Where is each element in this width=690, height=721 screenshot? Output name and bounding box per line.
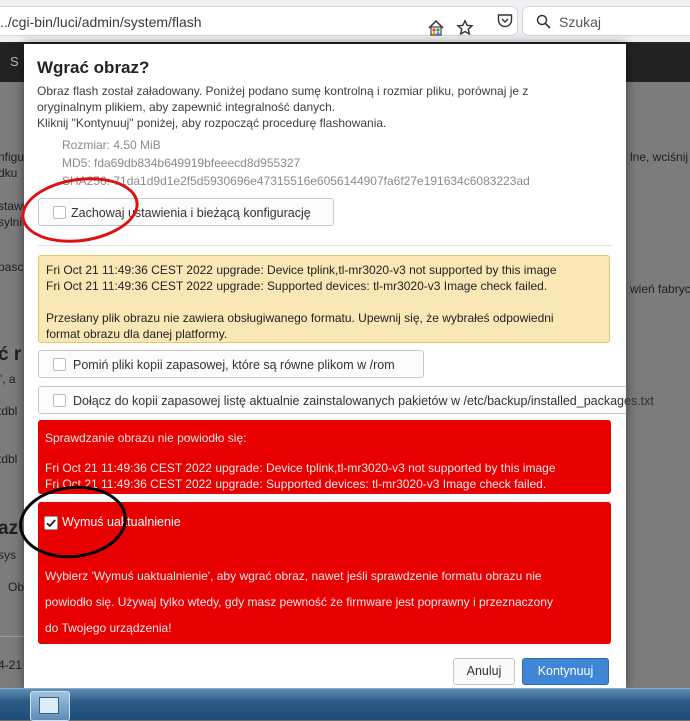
error-line: Fri Oct 21 11:49:36 CEST 2022 upgrade: D…: [45, 461, 556, 475]
force-upgrade-description: Wybierz 'Wymuś uaktualnienie', aby wgrać…: [45, 569, 542, 583]
search-placeholder: Szukaj: [559, 14, 602, 30]
flash-image-dialog: Wgrać obraz? Obraz flash został załadowa…: [24, 44, 654, 688]
skip-backup-checkbox[interactable]: [53, 358, 66, 371]
pocket-icon[interactable]: [496, 12, 514, 30]
url-bar[interactable]: ../cgi-bin/luci/admin/system/flash: [0, 6, 518, 36]
file-size: Rozmiar: 4.50 MiB: [62, 138, 161, 152]
continue-button[interactable]: Kontynuuj: [522, 658, 609, 685]
bg-divider: [0, 636, 24, 637]
warning-line: Przesłany plik obrazu nie zawiera obsług…: [46, 311, 554, 325]
skip-backup-label: Pomiń pliki kopii zapasowej, które są ró…: [73, 358, 395, 372]
dialog-title: Wgrać obraz?: [37, 58, 150, 77]
bg-brand: S: [10, 54, 19, 69]
skip-backup-option[interactable]: Pomiń pliki kopii zapasowej, które są ró…: [38, 350, 424, 378]
intro-text-line3: Kliknij "Kontynuuj" poniżej, aby rozpocz…: [37, 116, 387, 130]
bg-text: wień fabryczn: [630, 282, 690, 296]
app-window-icon: [39, 697, 59, 714]
browser-toolbar: ../cgi-bin/luci/admin/system/flash Szuka…: [0, 0, 690, 43]
bg-heading: az: [0, 518, 19, 539]
error-line: Fri Oct 21 11:49:36 CEST 2022 upgrade: S…: [45, 477, 547, 491]
warning-line: format obrazu dla danej platformy.: [46, 327, 228, 341]
warning-line: Fri Oct 21 11:49:36 CEST 2022 upgrade: S…: [46, 279, 548, 293]
warning-line: Fri Oct 21 11:49:36 CEST 2022 upgrade: D…: [46, 263, 557, 277]
divider: [38, 245, 612, 246]
include-packages-checkbox[interactable]: [53, 394, 66, 407]
home-colorful-icon[interactable]: [427, 19, 445, 37]
bg-text: Ob: [8, 580, 25, 594]
bg-text: lne, wciśnij: [630, 150, 689, 164]
sha256-checksum: SHA256: 71da1d9d1e2f5d5930696e47315516e6…: [62, 174, 530, 188]
intro-text-line1: Obraz flash został załadowany. Poniżej p…: [37, 84, 529, 98]
taskbar: [0, 688, 690, 721]
bg-text: ", a: [0, 372, 16, 386]
taskbar-app-button[interactable]: [30, 691, 70, 721]
error-title: Sprawdzanie obrazu nie powiodło się:: [45, 431, 247, 445]
force-upgrade-description: do Twojego urządzenia!: [45, 621, 172, 635]
include-packages-label: Dołącz do kopii zapasowej listę aktualni…: [73, 394, 654, 408]
bookmark-star-icon[interactable]: [456, 19, 474, 37]
bg-text: 4-21: [0, 658, 23, 672]
bg-text: nfigu: [0, 150, 25, 164]
bg-text: tdbl: [0, 404, 18, 418]
cancel-button[interactable]: Anuluj: [453, 658, 515, 685]
bg-text: tdbl: [0, 452, 18, 466]
warning-box: Fri Oct 21 11:49:36 CEST 2022 upgrade: D…: [38, 255, 610, 343]
md5-checksum: MD5: fda69db834b649919bfeeecd8d955327: [62, 156, 301, 170]
bg-text: dku: [0, 166, 18, 180]
bg-text: sylni: [0, 215, 23, 229]
intro-text-line2: oryginalnym plikiem, aby zapewnić integr…: [37, 100, 336, 114]
image-check-error: Sprawdzanie obrazu nie powiodło się: Fri…: [38, 420, 611, 494]
bg-text: pasc: [0, 260, 24, 274]
search-icon: [536, 14, 551, 29]
bg-text: sys: [0, 548, 16, 562]
include-packages-option[interactable]: Dołącz do kopii zapasowej listę aktualni…: [38, 386, 654, 414]
bg-heading: ć r: [0, 344, 22, 365]
search-box[interactable]: Szukaj: [522, 6, 690, 36]
force-upgrade-description: powiodło się. Używaj tylko wtedy, gdy ma…: [45, 595, 553, 609]
url-text[interactable]: ../cgi-bin/luci/admin/system/flash: [0, 14, 202, 30]
